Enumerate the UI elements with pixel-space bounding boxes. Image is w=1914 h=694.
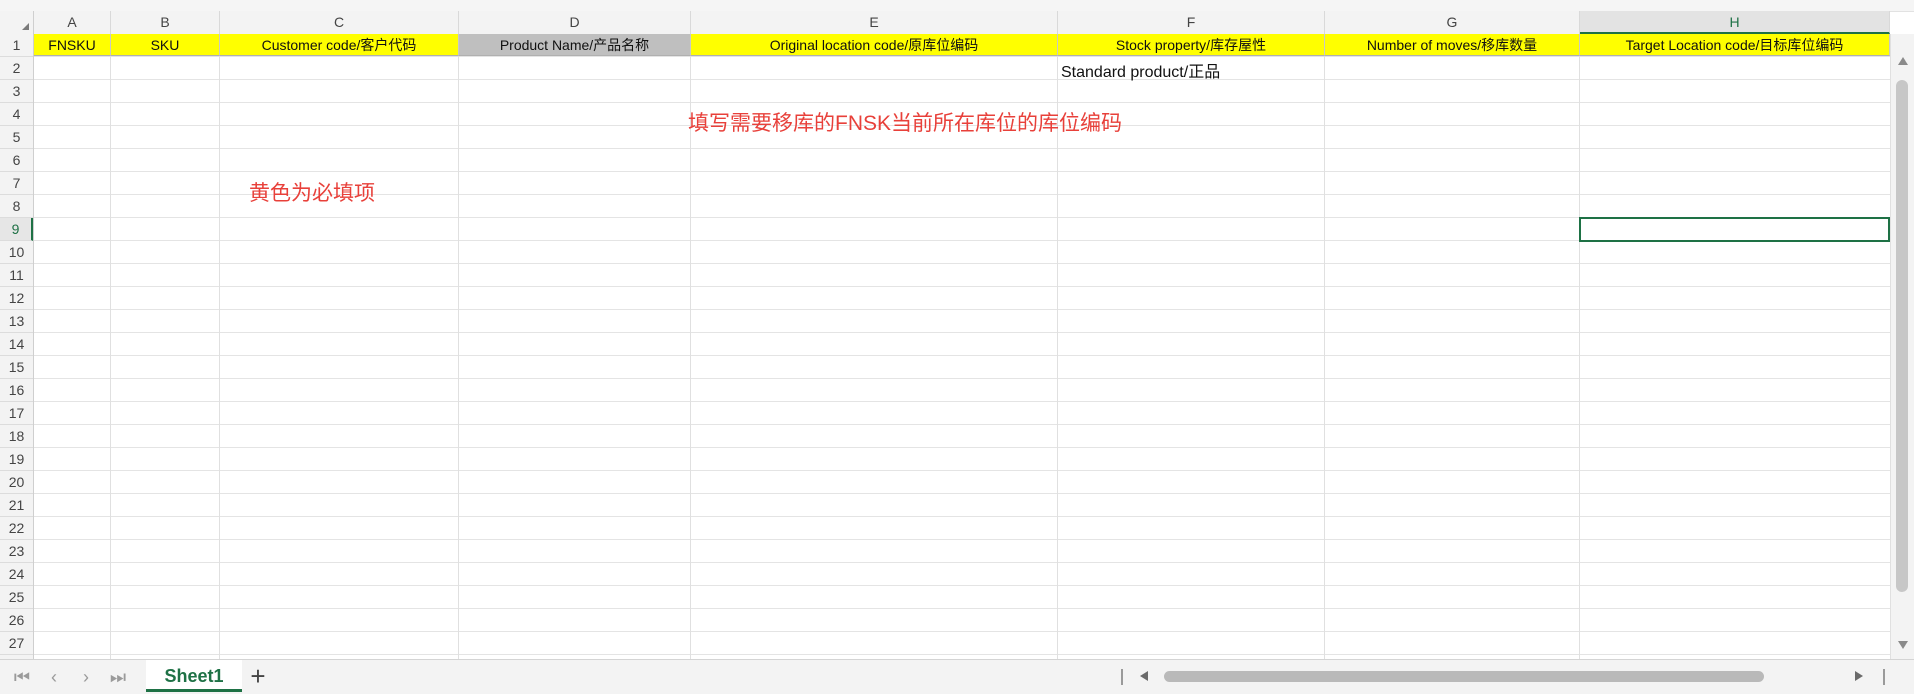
cell-h1[interactable]: Target Location code/目标库位编码 bbox=[1580, 34, 1890, 56]
column-header-a[interactable]: A bbox=[34, 11, 111, 34]
spreadsheet-window: A B C D E F G H 1 2 3 4 5 6 7 8 9 10 11 12 13 14 15 16 1… bbox=[0, 0, 1914, 694]
scroll-up-icon[interactable] bbox=[1898, 57, 1908, 65]
column-divider bbox=[1579, 34, 1580, 659]
column-header-g[interactable]: G bbox=[1325, 11, 1580, 34]
location-code-note: 填写需要移库的FNSK当前所在库位的库位编码 bbox=[688, 112, 1123, 135]
cell-a1[interactable]: FNSKU bbox=[34, 34, 111, 56]
cell-grid[interactable]: FNSKU SKU Customer code/客户代码 Product Nam… bbox=[34, 34, 1890, 659]
column-header-c[interactable]: C bbox=[220, 11, 459, 34]
cell-d1[interactable]: Product Name/产品名称 bbox=[459, 34, 691, 56]
row-header-10[interactable]: 10 bbox=[0, 241, 33, 264]
row-header-column: 1 2 3 4 5 6 7 8 9 10 11 12 13 14 15 16 17 18 19 20 21 22 23 24 2… bbox=[0, 34, 34, 659]
scrollbar-end-handle[interactable] bbox=[1883, 669, 1885, 685]
row-header-7[interactable]: 7 bbox=[0, 172, 33, 195]
vertical-scroll-thumb[interactable] bbox=[1896, 80, 1908, 592]
required-fields-note: 黄色为必填项 bbox=[249, 182, 375, 205]
row-header-5[interactable]: 5 bbox=[0, 126, 33, 149]
sheet-tab-sheet1[interactable]: Sheet1 bbox=[146, 660, 242, 692]
prev-sheet-icon[interactable]: ‹ bbox=[42, 666, 66, 688]
column-header-e[interactable]: E bbox=[691, 11, 1058, 34]
cell-e1[interactable]: Original location code/原库位编码 bbox=[691, 34, 1058, 56]
row-header-3[interactable]: 3 bbox=[0, 80, 33, 103]
vertical-scrollbar[interactable] bbox=[1890, 34, 1914, 659]
select-all-icon bbox=[22, 23, 29, 30]
column-header-h[interactable]: H bbox=[1580, 11, 1890, 34]
column-divider bbox=[110, 34, 111, 659]
row-header-20[interactable]: 20 bbox=[0, 471, 33, 494]
cell-g1[interactable]: Number of moves/移库数量 bbox=[1325, 34, 1580, 56]
row-header-21[interactable]: 21 bbox=[0, 494, 33, 517]
select-all-corner[interactable] bbox=[0, 11, 34, 34]
row-header-14[interactable]: 14 bbox=[0, 333, 33, 356]
first-sheet-icon[interactable]: ⏮ bbox=[10, 666, 34, 688]
row-header-15[interactable]: 15 bbox=[0, 356, 33, 379]
scroll-left-icon[interactable] bbox=[1140, 671, 1148, 681]
row-header-2[interactable]: 2 bbox=[0, 57, 33, 80]
row-header-1[interactable]: 1 bbox=[0, 34, 33, 57]
horizontal-scroll-thumb[interactable] bbox=[1164, 671, 1764, 682]
column-header-row: A B C D E F G H bbox=[0, 11, 1890, 35]
row-header-9[interactable]: 9 bbox=[0, 218, 33, 241]
column-divider bbox=[1324, 34, 1325, 659]
row-header-8[interactable]: 8 bbox=[0, 195, 33, 218]
scroll-right-icon[interactable] bbox=[1855, 671, 1863, 681]
row-header-11[interactable]: 11 bbox=[0, 264, 33, 287]
column-divider bbox=[219, 34, 220, 659]
cell-b1[interactable]: SKU bbox=[111, 34, 220, 56]
cell-f2[interactable]: Standard product/正品 bbox=[1061, 58, 1220, 82]
column-header-f[interactable]: F bbox=[1058, 11, 1325, 34]
row-header-6[interactable]: 6 bbox=[0, 149, 33, 172]
row-header-22[interactable]: 22 bbox=[0, 517, 33, 540]
cell-c1[interactable]: Customer code/客户代码 bbox=[220, 34, 459, 56]
column-header-b[interactable]: B bbox=[111, 11, 220, 34]
row-header-12[interactable]: 12 bbox=[0, 287, 33, 310]
row-header-17[interactable]: 17 bbox=[0, 402, 33, 425]
scrollbar-split-handle[interactable] bbox=[1121, 669, 1123, 685]
row-header-27[interactable]: 27 bbox=[0, 632, 33, 655]
scroll-down-icon[interactable] bbox=[1898, 641, 1908, 649]
last-sheet-icon[interactable]: ⏭ bbox=[106, 666, 130, 688]
row-header-25[interactable]: 25 bbox=[0, 586, 33, 609]
row-header-26[interactable]: 26 bbox=[0, 609, 33, 632]
column-header-d[interactable]: D bbox=[459, 11, 691, 34]
cell-f1[interactable]: Stock property/库存屋性 bbox=[1058, 34, 1325, 56]
row-header-18[interactable]: 18 bbox=[0, 425, 33, 448]
row-header-4[interactable]: 4 bbox=[0, 103, 33, 126]
row-header-16[interactable]: 16 bbox=[0, 379, 33, 402]
row-header-13[interactable]: 13 bbox=[0, 310, 33, 333]
next-sheet-icon[interactable]: › bbox=[74, 666, 98, 688]
column-divider bbox=[458, 34, 459, 659]
selected-cell-h9[interactable] bbox=[1579, 217, 1890, 242]
row-header-23[interactable]: 23 bbox=[0, 540, 33, 563]
sheet-tab-bar: ⏮ ‹ › ⏭ Sheet1 + bbox=[0, 659, 1914, 694]
add-sheet-button[interactable]: + bbox=[244, 662, 272, 690]
row-header-24[interactable]: 24 bbox=[0, 563, 33, 586]
row-header-19[interactable]: 19 bbox=[0, 448, 33, 471]
